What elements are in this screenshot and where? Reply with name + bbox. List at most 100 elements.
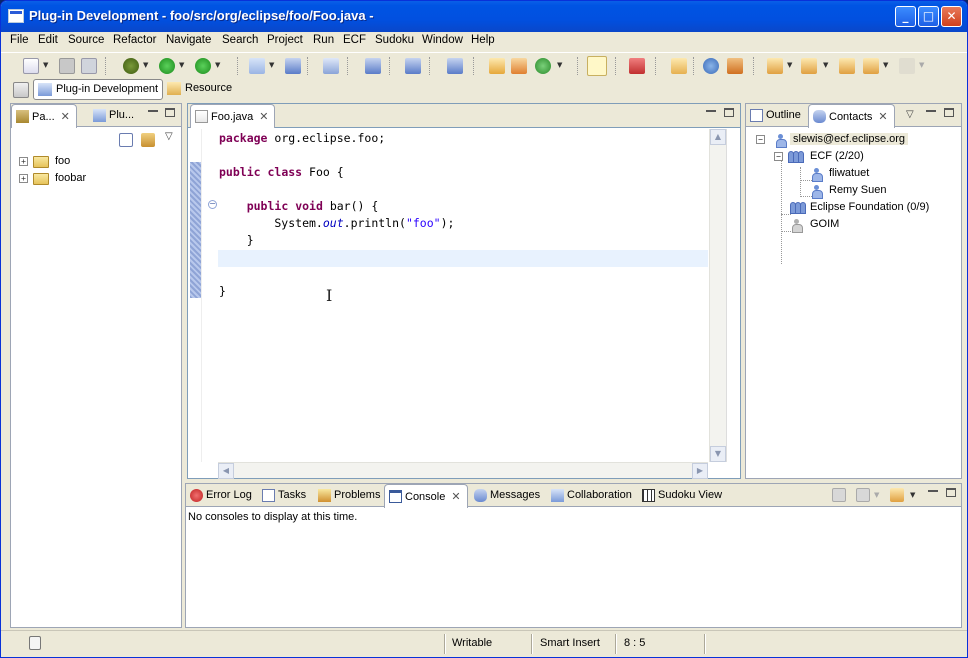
run-icon[interactable] xyxy=(159,58,175,74)
print-icon[interactable] xyxy=(81,58,97,74)
menu-navigate[interactable]: Navigate xyxy=(166,34,211,46)
perspective-resource[interactable]: Resource xyxy=(167,82,232,95)
menu-file[interactable]: File xyxy=(10,34,29,46)
open-console-dropdown-icon[interactable]: ▼ xyxy=(910,491,915,499)
collaboration-icon[interactable] xyxy=(703,58,719,74)
link-with-editor-icon[interactable] xyxy=(141,133,155,147)
open-folder-icon[interactable] xyxy=(671,58,687,74)
back-dropdown-icon[interactable]: ▼ xyxy=(883,61,888,69)
code-line[interactable]: package org.eclipse.foo; xyxy=(218,131,708,148)
code-line[interactable]: public class Foo { xyxy=(218,165,708,182)
fold-collapse-icon[interactable]: − xyxy=(208,200,217,209)
previous-annotation-icon[interactable] xyxy=(801,58,817,74)
tab-tasks[interactable]: Tasks xyxy=(258,484,312,507)
rocket-icon[interactable] xyxy=(727,58,743,74)
menu-window[interactable]: Window xyxy=(422,34,463,46)
contact-fliwatuet[interactable]: fliwatuet xyxy=(812,166,952,182)
code-text-area[interactable]: package org.eclipse.foo; public class Foo… xyxy=(218,129,708,462)
new-plugin-icon[interactable] xyxy=(489,58,505,74)
tab-messages[interactable]: Messages xyxy=(470,484,546,507)
tab-error-log[interactable]: Error Log xyxy=(186,484,258,507)
tree-item-foobar[interactable]: + foobar xyxy=(19,171,169,187)
scroll-down-icon[interactable]: ▼ xyxy=(710,446,726,462)
minimize-view-icon[interactable] xyxy=(928,489,938,492)
display-console-icon[interactable] xyxy=(856,488,870,502)
external-tools-dropdown-icon[interactable]: ▼ xyxy=(215,61,220,69)
menu-run[interactable]: Run xyxy=(313,34,334,46)
collapse-icon[interactable]: − xyxy=(774,152,783,161)
scroll-left-icon[interactable]: ◀ xyxy=(218,463,234,479)
expand-icon[interactable]: + xyxy=(19,157,28,166)
forward-icon[interactable] xyxy=(899,58,915,74)
contacts-group-eclipse-foundation[interactable]: Eclipse Foundation (0/9) xyxy=(790,200,960,216)
close-icon[interactable]: ✕ xyxy=(451,491,460,503)
hierarchy-icon[interactable] xyxy=(365,58,381,74)
close-icon[interactable]: ✕ xyxy=(61,111,70,123)
new-java-dropdown-icon[interactable]: ▼ xyxy=(269,61,274,69)
open-type-icon[interactable] xyxy=(285,58,301,74)
code-line[interactable] xyxy=(218,182,708,199)
forward-dropdown-icon[interactable]: ▼ xyxy=(919,61,924,69)
minimize-editor-icon[interactable] xyxy=(706,109,716,112)
tab-package-explorer[interactable]: Pa... ✕ xyxy=(11,104,77,128)
collapse-all-icon[interactable] xyxy=(119,133,133,147)
code-line[interactable]: public void bar() { xyxy=(218,199,708,216)
highlight-icon[interactable] xyxy=(587,56,607,76)
code-line[interactable]: System.out.println("foo"); xyxy=(218,216,708,233)
run-dropdown-icon[interactable]: ▼ xyxy=(179,61,184,69)
close-icon[interactable]: ✕ xyxy=(878,111,887,123)
tab-contacts[interactable]: Contacts ✕ xyxy=(808,104,895,128)
collapse-icon[interactable]: − xyxy=(756,135,765,144)
new-feature-icon[interactable] xyxy=(511,58,527,74)
menu-sudoku[interactable]: Sudoku xyxy=(375,34,414,46)
maximize-button[interactable]: □ xyxy=(918,6,939,27)
maximize-view-icon[interactable] xyxy=(946,488,956,497)
hierarchy-3-icon[interactable] xyxy=(447,58,463,74)
debug-icon[interactable] xyxy=(123,58,139,74)
last-edit-icon[interactable] xyxy=(839,58,855,74)
minimize-button[interactable]: _ xyxy=(895,6,916,27)
view-menu-icon[interactable]: ▽ xyxy=(906,109,914,120)
minimize-view-icon[interactable] xyxy=(148,109,158,112)
refresh-dropdown-icon[interactable]: ▼ xyxy=(557,61,562,69)
menu-help[interactable]: Help xyxy=(471,34,495,46)
new-icon[interactable] xyxy=(23,58,39,74)
menu-search[interactable]: Search xyxy=(222,34,258,46)
tab-outline[interactable]: Outline xyxy=(746,104,807,127)
maximize-view-icon[interactable] xyxy=(944,108,954,117)
minimize-view-icon[interactable] xyxy=(926,109,936,112)
menu-project[interactable]: Project xyxy=(267,34,303,46)
close-button[interactable]: ✕ xyxy=(941,6,962,27)
menu-refactor[interactable]: Refactor xyxy=(113,34,156,46)
view-menu-icon[interactable]: ▽ xyxy=(165,131,173,142)
menu-ecf[interactable]: ECF xyxy=(343,34,366,46)
next-annotation-icon[interactable] xyxy=(767,58,783,74)
contact-remy-suen[interactable]: Remy Suen xyxy=(812,183,952,199)
previous-annotation-dropdown-icon[interactable]: ▼ xyxy=(823,61,828,69)
close-icon[interactable]: ✕ xyxy=(259,111,268,123)
maximize-view-icon[interactable] xyxy=(165,108,175,117)
expand-icon[interactable]: + xyxy=(19,174,28,183)
contact-goim[interactable]: GOIM xyxy=(792,217,942,233)
menu-source[interactable]: Source xyxy=(68,34,104,46)
tab-problems[interactable]: Problems xyxy=(314,484,386,507)
refresh-icon[interactable] xyxy=(535,58,551,74)
open-console-icon[interactable] xyxy=(890,488,904,502)
vertical-scrollbar[interactable]: ▲ ▼ xyxy=(709,129,726,462)
maximize-editor-icon[interactable] xyxy=(724,108,734,117)
back-icon[interactable] xyxy=(863,58,879,74)
open-perspective-icon[interactable] xyxy=(13,82,29,98)
save-icon[interactable] xyxy=(59,58,75,74)
tab-sudoku-view[interactable]: Sudoku View xyxy=(638,484,728,507)
next-annotation-dropdown-icon[interactable]: ▼ xyxy=(787,61,792,69)
contact-icon[interactable] xyxy=(323,58,339,74)
debug-dropdown-icon[interactable]: ▼ xyxy=(143,61,148,69)
perspective-plugin-development[interactable]: Plug-in Development xyxy=(33,79,164,100)
code-line[interactable] xyxy=(218,250,708,267)
tree-item-foo[interactable]: + foo xyxy=(19,154,169,170)
external-tools-icon[interactable] xyxy=(195,58,211,74)
scroll-up-icon[interactable]: ▲ xyxy=(710,129,726,145)
display-console-dropdown-icon[interactable]: ▼ xyxy=(874,491,879,499)
contacts-account-root[interactable]: − slewis@ecf.eclipse.org xyxy=(756,132,956,148)
tab-collaboration[interactable]: Collaboration xyxy=(547,484,638,507)
